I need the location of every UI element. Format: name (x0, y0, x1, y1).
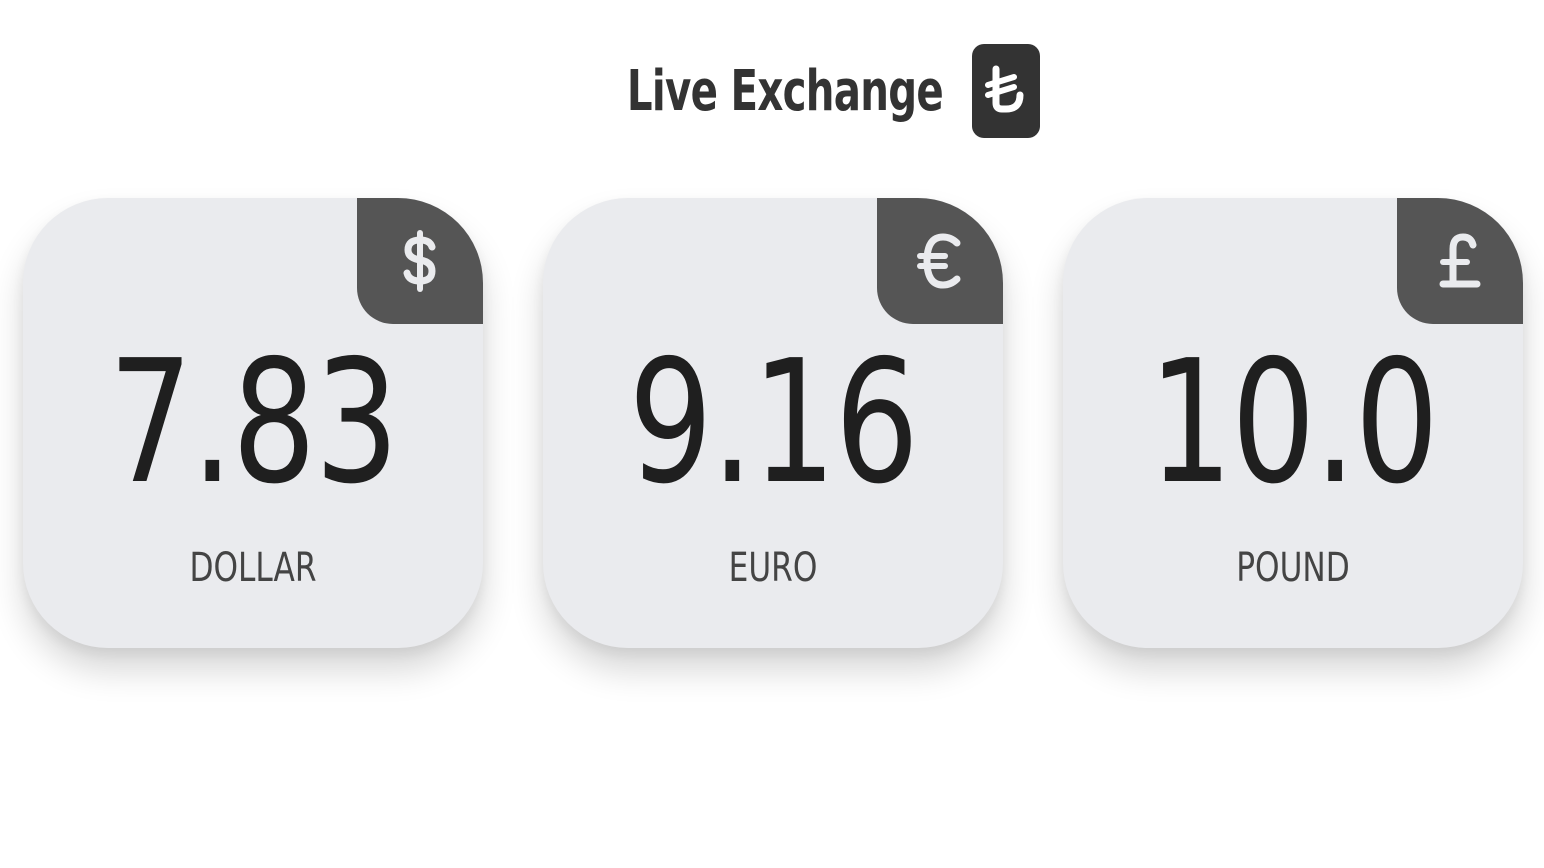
rate-value: 9.16 (628, 324, 919, 522)
exchange-cards: 7.83 DOLLAR 9.16 EURO 10.0 POUND (0, 198, 1544, 648)
rate-value: 7.83 (108, 324, 399, 522)
currency-label: POUND (1236, 545, 1350, 591)
dollar-icon (357, 198, 483, 324)
card-dollar: 7.83 DOLLAR (23, 198, 483, 648)
page-header: Live Exchange (0, 44, 1544, 138)
euro-icon (877, 198, 1003, 324)
currency-label: DOLLAR (189, 545, 317, 591)
card-pound: 10.0 POUND (1063, 198, 1523, 648)
pound-icon (1397, 198, 1523, 324)
turkish-lira-icon (971, 44, 1040, 138)
currency-label: EURO (728, 545, 818, 591)
card-euro: 9.16 EURO (543, 198, 1003, 648)
page-title: Live Exchange (627, 58, 944, 124)
rate-value: 10.0 (1148, 324, 1439, 522)
